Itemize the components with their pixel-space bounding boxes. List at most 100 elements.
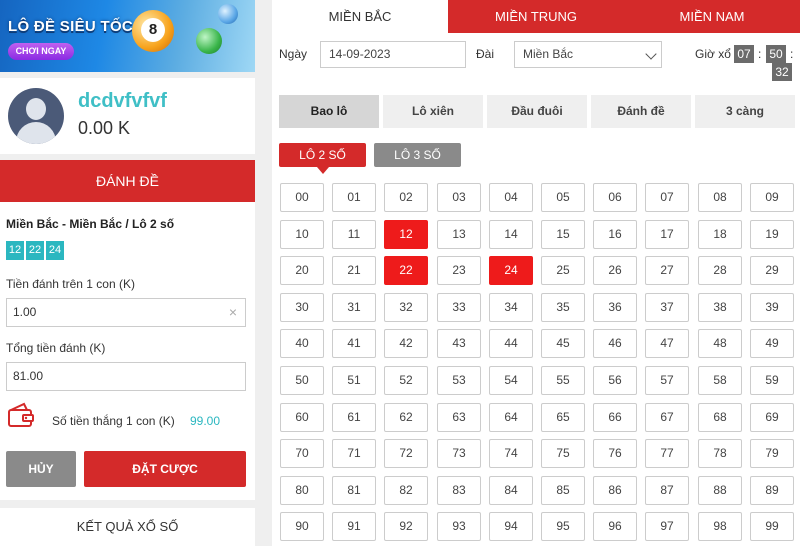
number-cell-15[interactable]: 15 — [541, 220, 585, 249]
number-cell-54[interactable]: 54 — [489, 366, 533, 395]
number-cell-99[interactable]: 99 — [750, 512, 794, 541]
cancel-button[interactable]: HỦY — [6, 451, 76, 487]
number-cell-02[interactable]: 02 — [384, 183, 428, 212]
number-cell-29[interactable]: 29 — [750, 256, 794, 285]
tab-lo-xien[interactable]: Lô xiên — [383, 95, 483, 128]
number-cell-49[interactable]: 49 — [750, 329, 794, 358]
number-cell-30[interactable]: 30 — [280, 293, 324, 322]
number-cell-19[interactable]: 19 — [750, 220, 794, 249]
date-input[interactable]: 14-09-2023 — [320, 41, 466, 68]
number-cell-69[interactable]: 69 — [750, 403, 794, 432]
number-cell-56[interactable]: 56 — [593, 366, 637, 395]
stake-input[interactable]: 1.00 × — [6, 298, 246, 327]
total-input[interactable]: 81.00 — [6, 362, 246, 391]
number-cell-94[interactable]: 94 — [489, 512, 533, 541]
number-cell-27[interactable]: 27 — [645, 256, 689, 285]
number-cell-35[interactable]: 35 — [541, 293, 585, 322]
number-cell-71[interactable]: 71 — [332, 439, 376, 468]
number-cell-75[interactable]: 75 — [541, 439, 585, 468]
number-cell-80[interactable]: 80 — [280, 476, 324, 505]
number-cell-72[interactable]: 72 — [384, 439, 428, 468]
number-cell-86[interactable]: 86 — [593, 476, 637, 505]
number-cell-67[interactable]: 67 — [645, 403, 689, 432]
number-cell-64[interactable]: 64 — [489, 403, 533, 432]
number-cell-98[interactable]: 98 — [698, 512, 742, 541]
station-select[interactable]: Miền Bắc — [514, 41, 662, 68]
number-cell-07[interactable]: 07 — [645, 183, 689, 212]
number-cell-09[interactable]: 09 — [750, 183, 794, 212]
number-cell-40[interactable]: 40 — [280, 329, 324, 358]
number-cell-51[interactable]: 51 — [332, 366, 376, 395]
number-cell-39[interactable]: 39 — [750, 293, 794, 322]
number-cell-41[interactable]: 41 — [332, 329, 376, 358]
number-cell-90[interactable]: 90 — [280, 512, 324, 541]
number-cell-66[interactable]: 66 — [593, 403, 637, 432]
number-cell-11[interactable]: 11 — [332, 220, 376, 249]
number-cell-65[interactable]: 65 — [541, 403, 585, 432]
number-cell-58[interactable]: 58 — [698, 366, 742, 395]
number-cell-87[interactable]: 87 — [645, 476, 689, 505]
lottery-results-link[interactable]: KẾT QUẢ XỔ SỐ — [0, 508, 255, 546]
tab-3-cang[interactable]: 3 càng — [695, 95, 795, 128]
number-cell-28[interactable]: 28 — [698, 256, 742, 285]
number-cell-22[interactable]: 22 — [384, 256, 428, 285]
number-cell-10[interactable]: 10 — [280, 220, 324, 249]
number-cell-25[interactable]: 25 — [541, 256, 585, 285]
number-cell-18[interactable]: 18 — [698, 220, 742, 249]
number-cell-33[interactable]: 33 — [437, 293, 481, 322]
number-cell-42[interactable]: 42 — [384, 329, 428, 358]
number-cell-76[interactable]: 76 — [593, 439, 637, 468]
number-cell-24[interactable]: 24 — [489, 256, 533, 285]
number-cell-45[interactable]: 45 — [541, 329, 585, 358]
number-cell-59[interactable]: 59 — [750, 366, 794, 395]
number-cell-63[interactable]: 63 — [437, 403, 481, 432]
number-cell-96[interactable]: 96 — [593, 512, 637, 541]
number-cell-61[interactable]: 61 — [332, 403, 376, 432]
play-now-button[interactable]: CHƠI NGAY — [8, 43, 74, 60]
clear-icon[interactable]: × — [229, 299, 237, 326]
number-cell-93[interactable]: 93 — [437, 512, 481, 541]
number-cell-32[interactable]: 32 — [384, 293, 428, 322]
promo-banner[interactable]: LÔ ĐỀ SIÊU TỐC CHƠI NGAY 8 — [0, 0, 255, 72]
number-cell-26[interactable]: 26 — [593, 256, 637, 285]
number-cell-52[interactable]: 52 — [384, 366, 428, 395]
number-cell-20[interactable]: 20 — [280, 256, 324, 285]
number-cell-73[interactable]: 73 — [437, 439, 481, 468]
tab-bao-lo[interactable]: Bao lô — [279, 95, 379, 128]
number-cell-43[interactable]: 43 — [437, 329, 481, 358]
number-cell-04[interactable]: 04 — [489, 183, 533, 212]
number-cell-06[interactable]: 06 — [593, 183, 637, 212]
number-cell-00[interactable]: 00 — [280, 183, 324, 212]
number-cell-23[interactable]: 23 — [437, 256, 481, 285]
number-cell-08[interactable]: 08 — [698, 183, 742, 212]
number-cell-97[interactable]: 97 — [645, 512, 689, 541]
number-cell-68[interactable]: 68 — [698, 403, 742, 432]
tab-lo-2-so[interactable]: LÔ 2 SỐ — [279, 143, 366, 167]
number-cell-01[interactable]: 01 — [332, 183, 376, 212]
number-cell-12[interactable]: 12 — [384, 220, 428, 249]
number-cell-78[interactable]: 78 — [698, 439, 742, 468]
number-cell-62[interactable]: 62 — [384, 403, 428, 432]
number-cell-83[interactable]: 83 — [437, 476, 481, 505]
tab-mien-trung[interactable]: MIỀN TRUNG — [448, 0, 624, 33]
number-cell-88[interactable]: 88 — [698, 476, 742, 505]
number-cell-16[interactable]: 16 — [593, 220, 637, 249]
tab-danh-de[interactable]: Đánh đề — [591, 95, 691, 128]
tab-mien-bac[interactable]: MIỀN BẮC — [272, 0, 448, 33]
number-cell-14[interactable]: 14 — [489, 220, 533, 249]
number-cell-17[interactable]: 17 — [645, 220, 689, 249]
number-cell-36[interactable]: 36 — [593, 293, 637, 322]
number-cell-53[interactable]: 53 — [437, 366, 481, 395]
number-cell-92[interactable]: 92 — [384, 512, 428, 541]
number-cell-85[interactable]: 85 — [541, 476, 585, 505]
number-cell-89[interactable]: 89 — [750, 476, 794, 505]
number-cell-77[interactable]: 77 — [645, 439, 689, 468]
tab-mien-nam[interactable]: MIỀN NAM — [624, 0, 800, 33]
number-cell-57[interactable]: 57 — [645, 366, 689, 395]
number-cell-47[interactable]: 47 — [645, 329, 689, 358]
number-cell-91[interactable]: 91 — [332, 512, 376, 541]
number-cell-46[interactable]: 46 — [593, 329, 637, 358]
number-cell-50[interactable]: 50 — [280, 366, 324, 395]
number-cell-34[interactable]: 34 — [489, 293, 533, 322]
number-cell-82[interactable]: 82 — [384, 476, 428, 505]
